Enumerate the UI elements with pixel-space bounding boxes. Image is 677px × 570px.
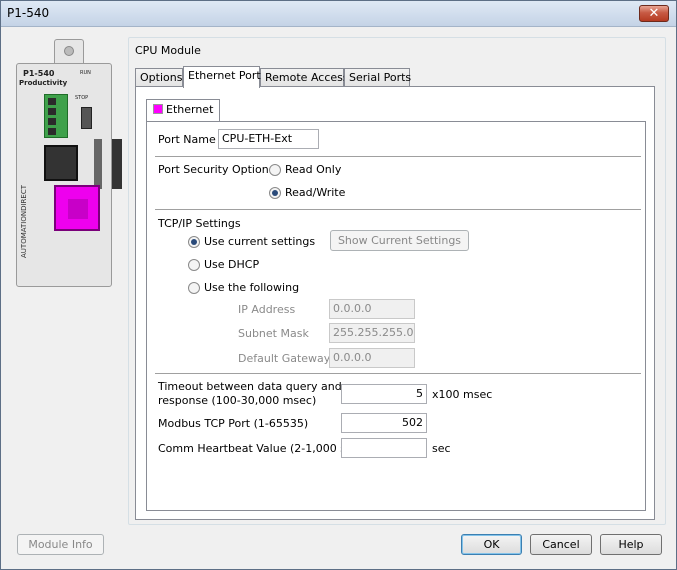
ethernet-port-panel: Ethernet Port Name CPU-ETH-Ext Port Secu… — [135, 86, 655, 520]
tab-ethernet-port[interactable]: Ethernet Port — [183, 66, 261, 88]
ethernet-tab-label: Ethernet — [166, 103, 214, 116]
device-usb-port — [81, 107, 92, 129]
subnet-mask-input[interactable]: 255.255.255.0 — [329, 323, 415, 343]
ip-address-label: IP Address — [238, 303, 296, 316]
device-rs232-port — [44, 145, 78, 181]
timeout-label-line2: response (100-30,000 msec) — [158, 394, 317, 407]
module-info-button[interactable]: Module Info — [17, 534, 104, 555]
tab-remote-access[interactable]: Remote Access — [260, 68, 349, 87]
tab-ethernet[interactable]: Ethernet — [146, 99, 221, 121]
cancel-button[interactable]: Cancel — [530, 534, 592, 555]
divider — [155, 209, 641, 210]
device-sd-slot — [94, 139, 102, 189]
tab-options[interactable]: Options — [135, 68, 183, 87]
device-image: P1-540 Productivity RUN STOP AUTOMATIOND… — [16, 35, 126, 291]
read-only-label[interactable]: Read Only — [285, 163, 341, 176]
heartbeat-input[interactable] — [341, 438, 427, 458]
cpu-module-label: CPU Module — [135, 44, 201, 57]
use-current-settings-radio[interactable] — [188, 236, 200, 248]
device-brand-label: Productivity — [19, 79, 68, 87]
read-only-radio[interactable] — [269, 164, 281, 176]
read-write-radio[interactable] — [269, 187, 281, 199]
port-name-input[interactable]: CPU-ETH-Ext — [218, 129, 319, 149]
ok-button[interactable]: OK — [461, 534, 522, 555]
heartbeat-label: Comm Heartbeat Value (2-1,000 sec) — [158, 442, 364, 455]
timeout-label-line1: Timeout between data query and — [158, 380, 342, 393]
ip-address-input[interactable]: 0.0.0.0 — [329, 299, 415, 319]
modbus-port-input[interactable]: 502 — [341, 413, 427, 433]
tab-serial-ports[interactable]: Serial Ports — [344, 68, 411, 87]
device-vertical-brand: AUTOMATIONDIRECT — [20, 185, 28, 258]
device-stop-label: STOP — [75, 95, 89, 101]
default-gateway-label: Default Gateway — [238, 352, 331, 365]
show-current-settings-button[interactable]: Show Current Settings — [330, 230, 469, 251]
port-name-label: Port Name — [158, 133, 216, 146]
cpu-module-group: CPU Module Options Ethernet Port Remote … — [128, 37, 666, 525]
ethernet-settings-panel: Port Name CPU-ETH-Ext Port Security Opti… — [146, 121, 646, 511]
device-ethernet-port-highlight[interactable] — [54, 185, 100, 231]
ethernet-color-swatch — [153, 104, 163, 114]
use-the-following-label[interactable]: Use the following — [204, 281, 299, 294]
use-current-settings-label[interactable]: Use current settings — [204, 235, 315, 248]
dialog-window: P1-540 ✕ P1-540 Productivity RUN STOP AU… — [0, 0, 677, 570]
use-the-following-radio[interactable] — [188, 282, 200, 294]
use-dhcp-radio[interactable] — [188, 259, 200, 271]
divider — [155, 156, 641, 157]
dialog-client: P1-540 Productivity RUN STOP AUTOMATIOND… — [6, 31, 671, 565]
timeout-input[interactable]: 5 — [341, 384, 427, 404]
port-security-label: Port Security Option: — [158, 163, 273, 176]
device-terminal-block — [44, 94, 68, 138]
heartbeat-unit-label: sec — [432, 442, 451, 455]
timeout-unit-label: x100 msec — [432, 388, 493, 401]
help-button[interactable]: Help — [600, 534, 662, 555]
window-title: P1-540 — [7, 6, 50, 20]
divider — [155, 373, 641, 374]
default-gateway-input[interactable]: 0.0.0.0 — [329, 348, 415, 368]
title-bar: P1-540 ✕ — [1, 1, 676, 27]
read-write-label[interactable]: Read/Write — [285, 186, 345, 199]
device-run-led-label: RUN — [80, 70, 91, 76]
use-dhcp-label[interactable]: Use DHCP — [204, 258, 259, 271]
close-button[interactable]: ✕ — [639, 5, 669, 22]
modbus-port-label: Modbus TCP Port (1-65535) — [158, 417, 309, 430]
subnet-mask-label: Subnet Mask — [238, 327, 309, 340]
device-side-connector — [112, 139, 122, 189]
device-model-label: P1-540 — [23, 69, 55, 78]
tcpip-heading: TCP/IP Settings — [158, 217, 241, 230]
